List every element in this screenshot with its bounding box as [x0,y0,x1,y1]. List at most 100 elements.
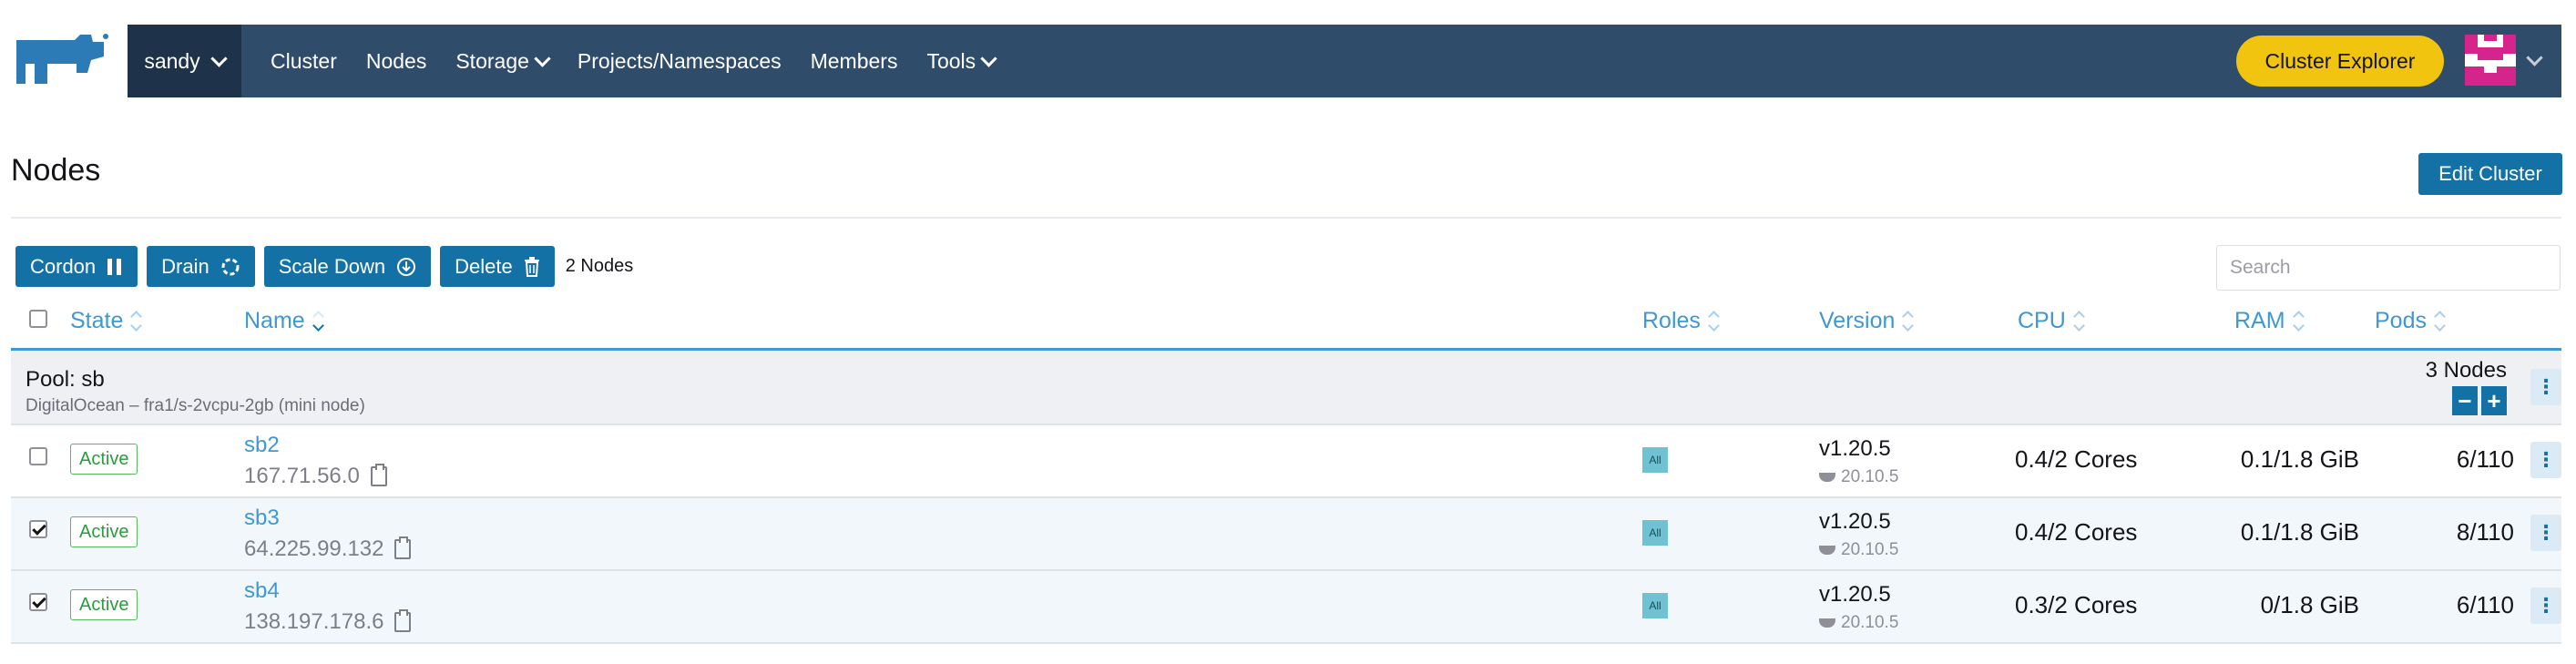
nav-nodes[interactable]: Nodes [366,49,426,74]
cluster-switcher[interactable]: sandy [128,25,241,97]
sort-icon [1708,311,1720,332]
node-ip: 167.71.56.0 [244,464,387,489]
role-badge: All [1642,447,1668,473]
bulk-actions: Cordon Drain Scale Down Delete 2 Nodes [15,246,633,287]
column-version-label: Version [1819,308,1896,333]
kubernetes-version: v1.20.5 [1819,509,1891,534]
cluster-explorer-button[interactable]: Cluster Explorer [2236,36,2444,87]
selected-count: 2 Nodes [565,256,634,276]
cpu-usage: 0.4/2 Cores [2015,445,2138,473]
node-name-link[interactable]: sb4 [244,578,280,604]
role-badge: All [1642,593,1668,618]
nav-cluster[interactable]: Cluster [271,49,337,74]
row-checkbox[interactable] [29,447,47,465]
pool-node-count: 3 Nodes [2425,358,2507,383]
sort-descending-icon [312,311,324,332]
table-row: Active sb4 138.197.178.6 All v1.20.5 20.… [11,571,2561,644]
column-state[interactable]: State [70,308,143,334]
node-ip: 64.225.99.132 [244,536,412,562]
chevron-down-icon [2526,49,2543,66]
cordon-button[interactable]: Cordon [15,246,138,287]
nav-storage-label: Storage [455,48,529,73]
select-all-checkbox[interactable] [29,310,47,328]
nav-tools-label: Tools [926,48,976,73]
cordon-label: Cordon [30,254,97,278]
docker-version-text: 20.10.5 [1841,467,1899,486]
clipboard-icon[interactable] [394,536,412,559]
ram-usage: 0.1/1.8 GiB [2240,445,2359,473]
column-ram[interactable]: RAM [2234,308,2305,334]
chevron-down-icon [210,49,228,67]
ram-usage: 0/1.8 GiB [2260,591,2359,618]
nav-projects-namespaces[interactable]: Projects/Namespaces [578,49,782,74]
node-ip-text: 138.197.178.6 [244,609,384,634]
docker-version: 20.10.5 [1819,540,1898,560]
row-checkbox[interactable] [29,520,47,538]
sort-icon [2072,311,2085,332]
nav-cluster-label: Cluster [271,48,337,73]
nav-members-label: Members [810,48,898,73]
row-actions-menu[interactable]: ⋮ [2530,587,2561,624]
drain-button[interactable]: Drain [147,246,255,287]
user-avatar[interactable] [2465,35,2516,86]
nav-projects-label: Projects/Namespaces [577,48,782,73]
row-actions-menu[interactable]: ⋮ [2530,515,2561,551]
column-roles[interactable]: Roles [1642,308,1720,334]
table-header: State Name Roles Version CPU RAM Pods [11,302,2561,351]
pool-actions-menu[interactable]: ⋮ [2530,369,2561,405]
sort-icon [2434,311,2446,332]
node-name-link[interactable]: sb3 [244,506,280,531]
download-circle-icon [397,257,416,276]
node-name-link[interactable]: sb2 [244,433,280,458]
node-ip-text: 64.225.99.132 [244,536,384,561]
column-name[interactable]: Name [244,308,324,334]
search-input[interactable] [2216,245,2561,291]
column-cpu[interactable]: CPU [2018,308,2085,334]
cpu-usage: 0.3/2 Cores [2015,591,2138,618]
row-checkbox[interactable] [29,593,47,611]
pause-icon [107,258,122,275]
row-actions-menu[interactable]: ⋮ [2530,442,2561,478]
drain-icon [221,258,240,275]
scale-down-label: Scale Down [278,254,386,278]
page-title: Nodes [11,153,101,188]
scale-down-pool-button[interactable]: − [2452,386,2478,415]
column-pods-label: Pods [2375,308,2427,333]
docker-version-text: 20.10.5 [1841,613,1899,632]
nav-tools[interactable]: Tools [926,48,997,74]
docker-icon [1819,618,1835,628]
nav-members[interactable]: Members [811,49,898,74]
user-menu-chevron[interactable] [2526,49,2543,68]
column-version[interactable]: Version [1819,308,1915,334]
pods-count: 6/110 [2456,445,2514,473]
pods-count: 6/110 [2456,591,2514,618]
clipboard-icon[interactable] [394,609,412,632]
delete-button[interactable]: Delete [440,246,555,287]
cluster-name: sandy [144,48,200,73]
pool-title: Pool: sb [26,367,105,392]
sort-icon [1902,311,1915,332]
clipboard-icon[interactable] [370,464,387,486]
column-pods[interactable]: Pods [2375,308,2446,334]
docker-version-text: 20.10.5 [1841,540,1899,559]
divider [11,217,2561,219]
sort-icon [2292,311,2305,332]
column-ram-label: RAM [2234,308,2285,333]
pool-subtitle: DigitalOcean – fra1/s-2vcpu-2gb (mini no… [26,396,365,415]
delete-label: Delete [455,254,513,278]
rancher-logo[interactable] [11,33,111,89]
node-pool-group: Pool: sb DigitalOcean – fra1/s-2vcpu-2gb… [11,351,2561,425]
chevron-down-icon [980,49,997,67]
ram-usage: 0.1/1.8 GiB [2240,518,2359,546]
scale-up-pool-button[interactable]: + [2481,386,2507,415]
column-name-label: Name [244,308,305,333]
docker-icon [1819,546,1835,555]
trash-icon [524,256,539,277]
role-badge: All [1642,520,1668,546]
nav-storage[interactable]: Storage [455,48,551,74]
table-row: Active sb3 64.225.99.132 All v1.20.5 20.… [11,498,2561,571]
cpu-usage: 0.4/2 Cores [2015,518,2138,546]
node-ip: 138.197.178.6 [244,609,412,635]
scale-down-button[interactable]: Scale Down [263,246,432,287]
edit-cluster-button[interactable]: Edit Cluster [2418,153,2562,195]
